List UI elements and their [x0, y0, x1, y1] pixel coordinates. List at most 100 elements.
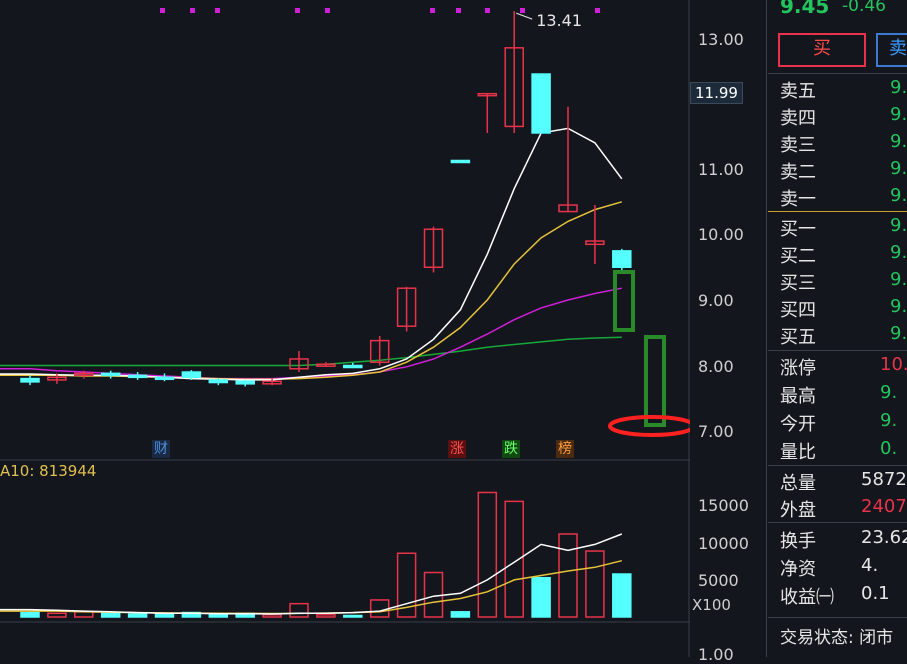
volume-bar: [316, 614, 336, 618]
stats-label: 最高: [780, 386, 816, 407]
kline-svg: 13.41: [0, 0, 696, 657]
top-marker: [430, 8, 435, 13]
event-limit-down-label[interactable]: 跌: [502, 440, 520, 458]
bid-label: 买一: [780, 219, 816, 240]
stats-value: 10.: [880, 354, 907, 375]
event-ranking-label[interactable]: 榜: [556, 440, 574, 458]
top-marker: [215, 8, 220, 13]
volume-bar: [477, 491, 498, 618]
ask-label: 卖四: [780, 108, 816, 129]
stats-label: 今开: [780, 414, 816, 435]
sell-button[interactable]: 卖: [876, 33, 907, 67]
divider: [768, 522, 907, 523]
candle-body: [154, 376, 175, 381]
event-limit-up-label[interactable]: 涨: [448, 440, 466, 458]
volume-bar: [208, 613, 229, 618]
ask-value: 9.: [890, 104, 907, 125]
price-tick: 13.00: [698, 30, 744, 49]
bid-label: 买五: [780, 327, 816, 348]
volume-unit-label: X100: [692, 596, 731, 614]
event-financial-label[interactable]: 财: [152, 440, 170, 458]
top-marker: [485, 8, 490, 13]
candle-body: [450, 159, 471, 164]
ask-value: 9.: [890, 77, 907, 98]
candle-body: [100, 372, 121, 377]
kline-chart[interactable]: 13.41 A10: 813944 财 涨 跌 榜: [0, 0, 696, 657]
volume-ma-legend: A10: 813944: [0, 462, 97, 480]
volume-bar: [127, 613, 148, 618]
top-marker: [456, 8, 461, 13]
volume-bar: [423, 571, 444, 618]
stats2-label: 外盘: [780, 500, 816, 521]
stats-label: 涨停: [780, 358, 816, 379]
price-tick: 7.00: [698, 422, 734, 441]
bid-label: 买二: [780, 246, 816, 267]
ma60-line: [0, 336, 622, 367]
divider: [768, 617, 907, 618]
stats-value: 9.: [880, 410, 898, 431]
volume-bar: [47, 612, 67, 618]
volume-bar: [262, 614, 282, 618]
ma10-line: [0, 201, 623, 381]
quote-panel: 9.45 -0.46 买 卖 卖五 9. 卖四 9. 卖三 9. 卖二 9. 卖一 9. 买一 9.…: [768, 0, 907, 657]
stats3-value: 23.62: [861, 527, 907, 548]
candle-body: [181, 371, 202, 379]
bid-label: 买四: [780, 300, 816, 321]
stats-value: 9.: [880, 382, 898, 403]
volume-ma5-line: [0, 533, 623, 615]
stats-value: 0.: [880, 438, 898, 459]
top-marker: [325, 8, 330, 13]
current-price-tag: 11.99: [690, 82, 743, 104]
divider: [768, 73, 907, 74]
bid-value: 9.: [890, 296, 907, 317]
price-axis: 13.00 11.00 10.00 9.00 8.00 7.00 11.99 1…: [690, 0, 765, 664]
stats3-label: 净资: [780, 559, 816, 580]
volume-bar: [289, 602, 309, 618]
ask-value: 9.: [890, 131, 907, 152]
candle-body: [531, 73, 551, 134]
candle-body: [343, 364, 363, 369]
bid-ask-divider: [768, 211, 907, 212]
price-tick: 10.00: [698, 225, 744, 244]
ma5-line: [0, 127, 623, 381]
candle-body: [235, 380, 255, 385]
panel-divider: [766, 0, 767, 657]
bid-value: 9.: [890, 215, 907, 236]
ask-value: 9.: [890, 185, 907, 206]
last-price: 9.45: [780, 0, 830, 18]
volume-tick: 10000: [698, 534, 749, 553]
annotation-green-box: [644, 335, 666, 427]
candle-body: [612, 250, 632, 268]
stats-label: 量比: [780, 442, 816, 463]
volume-bar: [450, 611, 471, 618]
top-marker: [520, 8, 525, 13]
volume-bar: [504, 500, 524, 618]
volume-bar: [531, 576, 551, 618]
price-tick: 11.00: [698, 160, 744, 179]
volume-bar: [20, 611, 40, 618]
volume-tick: 5000: [698, 571, 739, 590]
volume-bar: [369, 599, 390, 618]
volume-bar: [558, 533, 578, 618]
bid-value: 9.: [890, 269, 907, 290]
bid-value: 9.: [890, 242, 907, 263]
stats3-label: 收益㈠: [780, 587, 834, 608]
stats2-value: 2407: [861, 496, 907, 517]
bid-value: 9.: [890, 323, 907, 344]
candle-body: [20, 377, 40, 383]
top-marker: [295, 8, 300, 13]
volume-bar: [343, 614, 363, 618]
peak-pointer: [516, 12, 533, 20]
top-marker: [160, 8, 165, 13]
ask-label: 卖五: [780, 81, 816, 102]
candle-body: [127, 374, 148, 379]
volume-bar: [585, 550, 605, 618]
ask-value: 9.: [890, 158, 907, 179]
buy-button[interactable]: 买: [778, 33, 866, 67]
stats3-value: 4.: [861, 555, 879, 576]
volume-tick: 15000: [698, 496, 749, 515]
price-tick: 8.00: [698, 357, 734, 376]
peak-label: 13.41: [536, 11, 582, 30]
bid-label: 买三: [780, 273, 816, 294]
annotation-green-box: [613, 270, 635, 332]
